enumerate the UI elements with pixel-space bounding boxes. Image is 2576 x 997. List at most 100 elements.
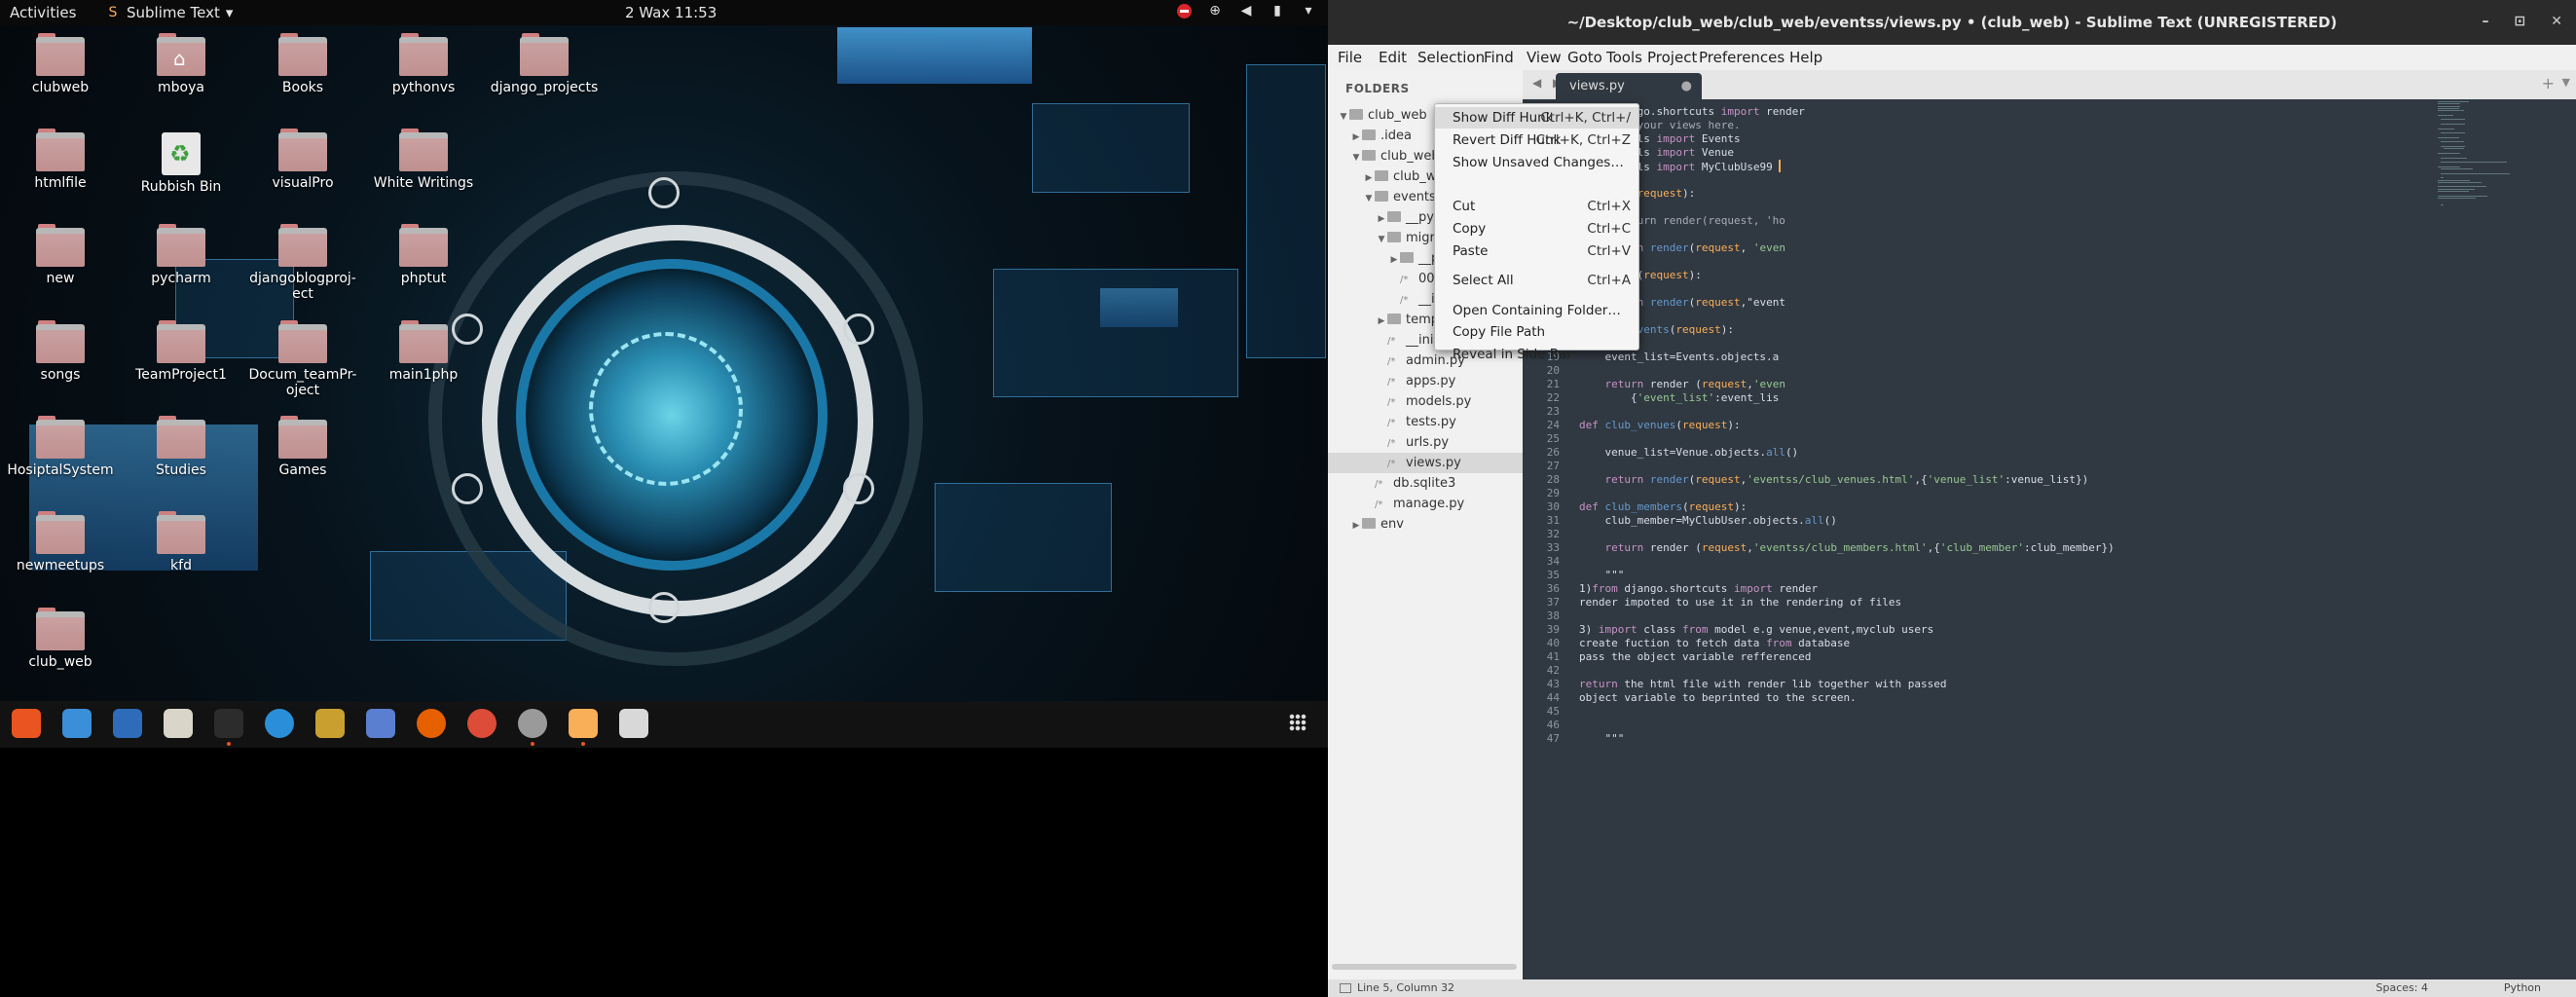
desktop-icon[interactable]: Docum_teamPr-oject: [244, 320, 361, 398]
chrome-icon[interactable]: [467, 709, 497, 738]
menu-help[interactable]: Help: [1789, 49, 1822, 66]
desktop-icon[interactable]: new: [2, 224, 119, 286]
desktop-icon[interactable]: Books: [244, 33, 361, 95]
desktop-icon[interactable]: djangoblogproj-ect: [244, 224, 361, 302]
context-menu-copy[interactable]: Copy Ctrl+C: [1435, 218, 1638, 240]
code-line: def club_venues(request):: [1579, 419, 1741, 431]
menu-project[interactable]: Project: [1647, 49, 1697, 66]
tree-file[interactable]: /* apps.py: [1328, 371, 1523, 391]
context-menu-reveal-in-side-bar[interactable]: Reveal in Side Bar: [1435, 344, 1638, 365]
desktop-icon-label: htmlfile: [34, 175, 87, 191]
tree-file[interactable]: /* models.py: [1328, 391, 1523, 412]
desktop-icon[interactable]: White Writings: [365, 129, 482, 191]
context-menu-revert-diff-hunk[interactable]: Revert Diff Hunk Ctrl+K, Ctrl+Z: [1435, 129, 1638, 151]
maximize-button[interactable]: ⊡: [2515, 14, 2526, 29]
tree-file[interactable]: /* views.py: [1328, 453, 1523, 473]
sidebar-scrollbar[interactable]: [1332, 964, 1517, 970]
thunderbird-icon[interactable]: [113, 709, 142, 738]
tree-file[interactable]: /* urls.py: [1328, 432, 1523, 453]
desktop-icon[interactable]: newmeetups: [2, 511, 119, 573]
syntax-selector[interactable]: Python: [2504, 981, 2541, 994]
line-number: 38: [1546, 609, 1560, 622]
tab-views-py[interactable]: views.py ●: [1556, 73, 1702, 99]
do-not-disturb-icon[interactable]: [1177, 3, 1192, 18]
battery-icon[interactable]: ▮: [1270, 3, 1285, 18]
menu-tools[interactable]: Tools: [1606, 49, 1642, 66]
menu-selection[interactable]: Selection: [1417, 49, 1485, 66]
close-button[interactable]: ✕: [2551, 14, 2562, 29]
menu-file[interactable]: File: [1338, 49, 1362, 66]
minimize-button[interactable]: –: [2483, 14, 2489, 29]
desktop-icon[interactable]: Games: [244, 416, 361, 478]
folder-icon: [157, 224, 205, 267]
desktop-icon[interactable]: club_web: [2, 608, 119, 670]
desktop-icon[interactable]: phptut: [365, 224, 482, 286]
desktop-icon[interactable]: visualPro: [244, 129, 361, 191]
menu-preferences[interactable]: Preferences: [1699, 49, 1785, 66]
desktop-icon-label: new: [46, 271, 75, 286]
context-menu-paste[interactable]: Paste Ctrl+V: [1435, 240, 1638, 262]
desktop-icon[interactable]: Studies: [123, 416, 239, 478]
tree-file[interactable]: /* manage.py: [1328, 494, 1523, 514]
code-editor[interactable]: from django.shortcuts import render# Cre…: [1579, 99, 2455, 979]
tree-folder[interactable]: ▶ env: [1328, 514, 1523, 535]
desktop-icon[interactable]: clubweb: [2, 33, 119, 95]
desktop-icon[interactable]: mboya: [123, 33, 239, 95]
text-editor-icon[interactable]: [62, 709, 92, 738]
indentation-setting[interactable]: Spaces: 4: [2376, 981, 2428, 994]
network-icon[interactable]: ⊕: [1207, 3, 1223, 18]
show-applications-icon[interactable]: [1289, 714, 1306, 731]
folder-icon: [278, 33, 327, 76]
desktop-icon[interactable]: Rubbish Bin: [123, 132, 239, 195]
panel-toggle-icon[interactable]: [1340, 983, 1351, 993]
context-menu-label: Paste: [1453, 242, 1489, 259]
chevron-right-icon: ▶: [1352, 521, 1360, 531]
context-menu-copy-file-path[interactable]: Copy File Path: [1435, 321, 1638, 343]
minimap-line: [2438, 103, 2460, 105]
screenshot-icon[interactable]: [366, 709, 395, 738]
new-tab-button[interactable]: +: [2542, 74, 2555, 92]
desktop-icon[interactable]: HosiptalSystem: [2, 416, 119, 478]
menu-view[interactable]: View: [1527, 49, 1562, 66]
context-menu-show-unsaved-changes[interactable]: Show Unsaved Changes…: [1435, 152, 1638, 173]
tree-file[interactable]: /* tests.py: [1328, 412, 1523, 432]
firefox-icon[interactable]: [417, 709, 446, 738]
settings-icon[interactable]: [518, 709, 547, 738]
ubuntu-software-icon[interactable]: [12, 709, 41, 738]
rhythmbox-icon[interactable]: [315, 709, 345, 738]
context-menu-select-all[interactable]: Select All Ctrl+A: [1435, 270, 1638, 291]
desktop-icon[interactable]: main1php: [365, 320, 482, 383]
desktop-icon[interactable]: pycharm: [123, 224, 239, 286]
system-tray[interactable]: ⊕ ◀ ▮ ▾: [1177, 3, 1316, 18]
tree-file[interactable]: /* db.sqlite3: [1328, 473, 1523, 494]
context-menu-cut[interactable]: Cut Ctrl+X: [1435, 196, 1638, 217]
help-icon[interactable]: [265, 709, 294, 738]
title-bar[interactable]: ~/Desktop/club_web/club_web/eventss/view…: [1328, 0, 2576, 45]
minimap[interactable]: [2438, 101, 2525, 208]
context-menu-show-diff-hunk[interactable]: Show Diff Hunk Ctrl+K, Ctrl+/: [1435, 107, 1638, 129]
desktop-icon[interactable]: kfd: [123, 511, 239, 573]
libreoffice-calc-icon[interactable]: [619, 709, 648, 738]
terminal-icon[interactable]: [214, 709, 243, 738]
context-menu: Show Diff Hunk Ctrl+K, Ctrl+/Revert Diff …: [1434, 103, 1639, 362]
tab-dropdown-icon[interactable]: ▼: [2562, 76, 2570, 89]
menu-goto[interactable]: Goto: [1567, 49, 1602, 66]
app-menu[interactable]: S Sublime Text ▾: [105, 4, 234, 21]
desktop-icon[interactable]: htmlfile: [2, 129, 119, 191]
clock[interactable]: 2 Wax 11:53: [625, 4, 717, 21]
desktop-icon[interactable]: pythonvs: [365, 33, 482, 95]
desktop-icon[interactable]: TeamProject1: [123, 320, 239, 383]
power-menu-icon[interactable]: ▾: [1301, 3, 1316, 18]
desktop-icon[interactable]: songs: [2, 320, 119, 383]
menu-find[interactable]: Find: [1484, 49, 1514, 66]
sublime-text-icon[interactable]: [569, 709, 598, 738]
activities-button[interactable]: Activities: [10, 4, 76, 21]
folder-icon: [399, 320, 448, 363]
volume-icon[interactable]: ◀: [1238, 3, 1254, 18]
context-menu-open-containing-folder[interactable]: Open Containing Folder…: [1435, 300, 1638, 321]
desktop-icon[interactable]: django_projects: [486, 33, 603, 95]
menu-edit[interactable]: Edit: [1379, 49, 1407, 66]
code-line: return render(request,'eventss/club_venu…: [1604, 473, 2089, 486]
unsaved-dot-icon[interactable]: ●: [1681, 73, 1692, 99]
files-icon[interactable]: [164, 709, 193, 738]
